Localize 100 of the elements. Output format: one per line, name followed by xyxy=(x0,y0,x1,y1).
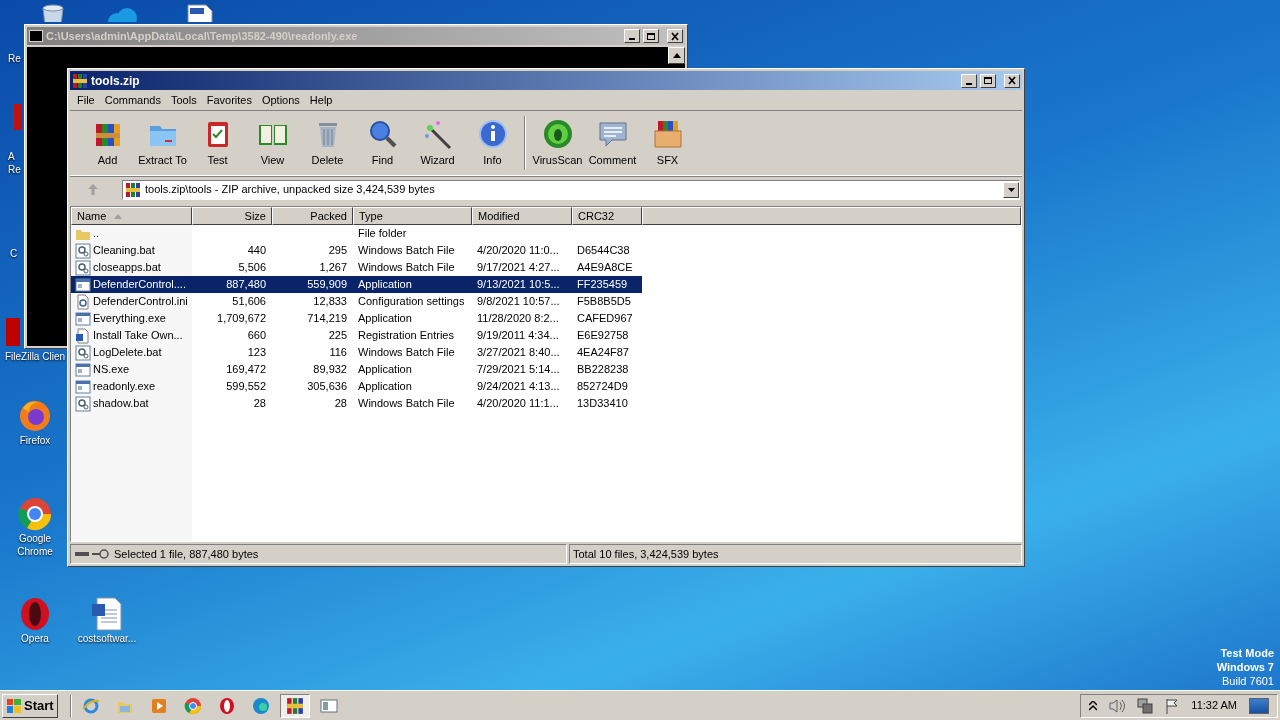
maximize-icon xyxy=(646,31,656,41)
file-icon xyxy=(75,276,91,293)
file-type: Application xyxy=(358,312,412,325)
app-shortcut-icon[interactable] xyxy=(17,496,53,532)
packed-size: 1,267 xyxy=(319,261,347,274)
file-row[interactable]: Cleaning.bat 440 295 Windows Batch File 4/20/2020 11:0... D6544C38 xyxy=(71,242,642,259)
menu-item[interactable]: Commands xyxy=(99,91,166,109)
maximize-button[interactable] xyxy=(643,29,659,43)
file-icon xyxy=(75,310,91,327)
modified-date: 9/13/2021 10:5... xyxy=(477,278,560,291)
toolbar-button[interactable]: Add xyxy=(80,117,135,169)
column-header[interactable]: Type xyxy=(353,207,472,225)
file-icon xyxy=(75,242,91,259)
file-type: Registration Entries xyxy=(358,329,454,342)
file-name: Install Take Own... xyxy=(93,328,183,344)
modified-date: 4/20/2020 11:1... xyxy=(477,397,559,410)
file-row[interactable]: NS.exe 169,472 89,932 Application 7/29/2021 5:14... BB228238 xyxy=(71,361,642,378)
file-size: 887,480 xyxy=(226,278,266,291)
close-icon xyxy=(1007,76,1017,85)
window-title: tools.zip xyxy=(91,72,141,90)
minimize-icon xyxy=(966,82,972,85)
toolbar-button[interactable]: Comment xyxy=(585,117,640,169)
file-name: LogDelete.bat xyxy=(93,345,162,361)
crc-value: FF235459 xyxy=(577,278,628,291)
file-size: 660 xyxy=(247,329,266,342)
speaker-icon[interactable] xyxy=(1109,698,1126,713)
toolbar-button[interactable]: Wizard xyxy=(410,117,465,169)
desktop-icon-label: FileZilla Clien xyxy=(5,350,65,363)
console-icon xyxy=(29,30,43,42)
status-panel: Selected 1 file, 887,480 bytes xyxy=(70,544,567,564)
menu-item[interactable]: File xyxy=(72,91,100,109)
crc-value: F5B8B5D5 xyxy=(577,295,631,308)
menu-item[interactable]: Options xyxy=(256,91,305,109)
toolbar-button[interactable]: SFX xyxy=(640,117,695,169)
dropdown-button[interactable] xyxy=(1003,181,1019,198)
info-icon xyxy=(476,117,509,150)
desktop-icon-label: Opera xyxy=(21,632,49,645)
file-name: Everything.exe xyxy=(93,311,166,327)
app-icon xyxy=(149,696,168,715)
file-icon xyxy=(75,259,91,276)
winrar-icon xyxy=(285,696,304,715)
close-button[interactable] xyxy=(667,29,683,43)
up-arrow-icon xyxy=(88,184,98,195)
start-button[interactable]: Start xyxy=(2,693,58,718)
close-button[interactable] xyxy=(1004,73,1020,88)
network-icon[interactable] xyxy=(1137,697,1154,714)
menu-item[interactable]: Favorites xyxy=(201,91,257,109)
crc-value: CAFED967 xyxy=(577,312,633,325)
chevron-up-icon[interactable] xyxy=(1089,700,1098,711)
column-header[interactable]: Modified xyxy=(472,207,572,225)
desktop-icon-label: A xyxy=(8,150,15,163)
packed-size: 116 xyxy=(329,346,347,359)
flag-icon[interactable] xyxy=(1165,697,1180,714)
test-mode-text: Test Mode xyxy=(1220,646,1274,660)
path-combobox[interactable]: tools.zip\tools - ZIP archive, unpacked size 3,424,539 bytes xyxy=(122,179,1020,200)
column-header[interactable]: Name xyxy=(71,207,192,225)
desktop-icon-label: costsoftwar... xyxy=(77,632,137,645)
file-type: Application xyxy=(358,380,412,393)
minimize-button[interactable] xyxy=(624,29,640,43)
taskbar-button[interactable] xyxy=(279,693,310,718)
file-type: Application xyxy=(358,363,412,376)
toolbar-button[interactable]: VirusScan xyxy=(530,117,585,169)
toolbar-button[interactable]: Test xyxy=(190,117,245,169)
modified-date: 7/29/2021 5:14... xyxy=(477,363,560,376)
file-row[interactable]: Install Take Own... 660 225 Registration Entries 9/19/2011 4:34... E6E92758 xyxy=(71,327,642,344)
minimize-button[interactable] xyxy=(961,73,977,88)
file-row[interactable]: DefenderControl.... 887,480 559,909 Application 9/13/2021 10:5... FF235459 xyxy=(71,276,642,293)
test-mode-text: Windows 7 xyxy=(1216,660,1274,674)
window-title: C:\Users\admin\AppData\Local\Temp\3582-490\readonly.exe xyxy=(46,28,359,44)
file-icon xyxy=(75,378,91,395)
file-type: File folder xyxy=(358,227,407,240)
show-desktop-button[interactable] xyxy=(1249,697,1269,714)
app-shortcut-icon[interactable] xyxy=(17,398,53,434)
toolbar-button[interactable]: Delete xyxy=(300,117,355,169)
file-name: shadow.bat xyxy=(93,396,149,412)
column-header[interactable]: CRC32 xyxy=(572,207,642,225)
toolbar-button[interactable]: View xyxy=(245,117,300,169)
file-row[interactable]: DefenderControl.ini 51,606 12,833 Configuration settings 9/8/2021 10:57... F5B8B5D5 xyxy=(71,293,642,310)
maximize-button[interactable] xyxy=(980,73,996,88)
column-header[interactable]: Packed xyxy=(272,207,353,225)
file-row[interactable]: shadow.bat 28 28 Windows Batch File 4/20/2020 11:1... 13D33410 xyxy=(71,395,642,412)
caret-icon xyxy=(1007,187,1015,192)
file-row[interactable]: .. File folder xyxy=(71,225,642,242)
menu-item[interactable]: Help xyxy=(304,91,338,109)
file-row[interactable]: LogDelete.bat 123 116 Windows Batch File 3/27/2021 8:40... 4EA24F87 xyxy=(71,344,642,361)
file-icon xyxy=(75,327,91,344)
file-row[interactable]: Everything.exe 1,709,672 714,219 Application 11/28/2020 8:2... CAFED967 xyxy=(71,310,642,327)
clock[interactable]: 11:32 AM xyxy=(1191,697,1237,714)
toolbar-button[interactable]: Info xyxy=(465,117,520,169)
toolbar-button[interactable]: Extract To xyxy=(135,117,190,169)
file-size: 123 xyxy=(247,346,266,359)
column-header[interactable]: Size xyxy=(192,207,272,225)
file-row[interactable]: closeapps.bat 5,506 1,267 Windows Batch File 9/17/2021 4:27... A4E9A8CE xyxy=(71,259,642,276)
document-icon[interactable] xyxy=(89,596,125,632)
toolbar-button[interactable]: Find xyxy=(355,117,410,169)
file-size: 169,472 xyxy=(226,363,266,376)
file-row[interactable]: readonly.exe 599,552 305,636 Application 9/24/2021 4:13... 852724D9 xyxy=(71,378,642,395)
file-icon xyxy=(75,361,91,378)
menu-item[interactable]: Tools xyxy=(166,91,202,109)
scroll-up-button[interactable] xyxy=(668,47,685,64)
